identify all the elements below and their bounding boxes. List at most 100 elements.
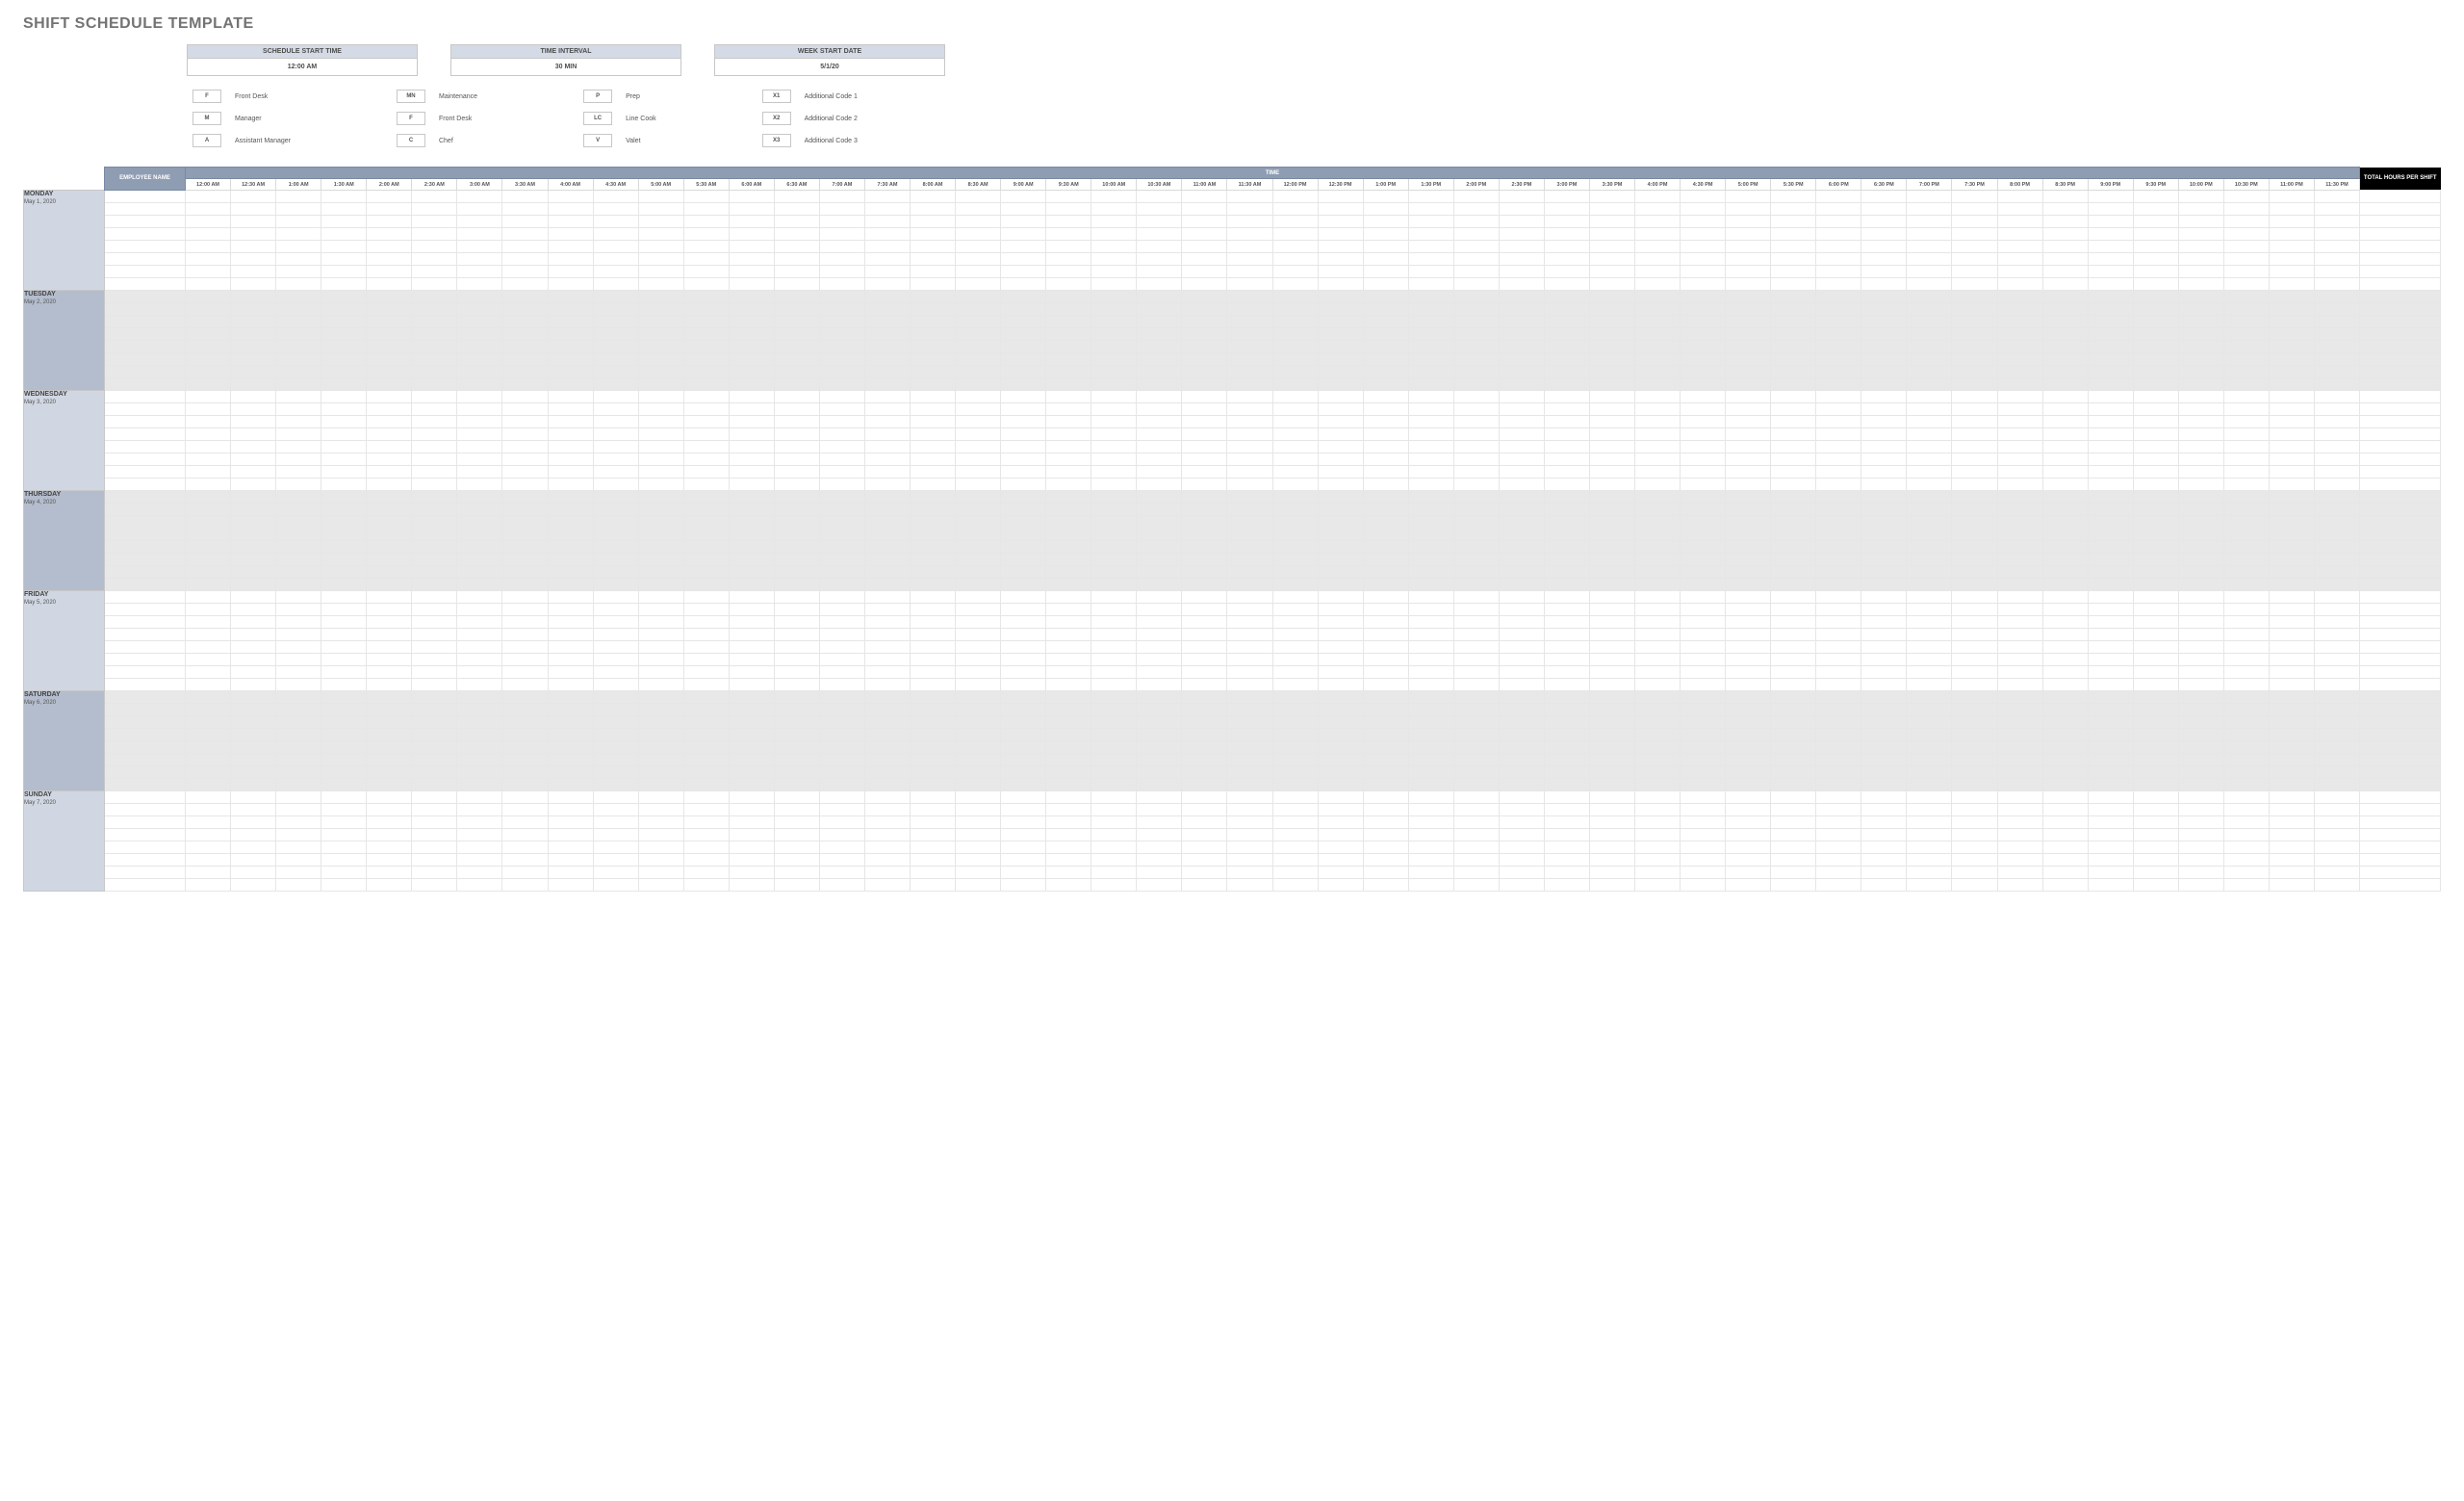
time-cell[interactable] (457, 416, 502, 428)
time-cell[interactable] (1272, 316, 1318, 328)
time-cell[interactable] (321, 353, 367, 366)
time-cell[interactable] (321, 829, 367, 841)
time-cell[interactable] (1589, 479, 1634, 491)
time-cell[interactable] (1408, 666, 1453, 679)
time-cell[interactable] (321, 466, 367, 479)
time-cell[interactable] (1227, 804, 1272, 816)
time-cell[interactable] (2314, 479, 2359, 491)
time-cell[interactable] (276, 479, 321, 491)
time-cell[interactable] (1907, 654, 1952, 666)
time-cell[interactable] (1318, 341, 1363, 353)
time-cell[interactable] (1544, 679, 1589, 691)
time-cell[interactable] (1227, 241, 1272, 253)
time-cell[interactable] (774, 554, 819, 566)
employee-name-cell[interactable] (105, 366, 186, 378)
time-cell[interactable] (1589, 428, 1634, 441)
time-cell[interactable] (1997, 566, 2042, 579)
time-cell[interactable] (1681, 378, 1726, 391)
time-cell[interactable] (593, 479, 638, 491)
employee-name-cell[interactable] (105, 416, 186, 428)
time-cell[interactable] (683, 704, 729, 716)
time-cell[interactable] (956, 616, 1001, 629)
time-cell[interactable] (729, 879, 774, 892)
time-cell[interactable] (956, 729, 1001, 741)
time-cell[interactable] (1001, 679, 1046, 691)
time-cell[interactable] (2133, 441, 2178, 453)
time-cell[interactable] (1997, 841, 2042, 854)
time-cell[interactable] (457, 729, 502, 741)
time-cell[interactable] (956, 453, 1001, 466)
time-cell[interactable] (1046, 791, 1091, 804)
time-cell[interactable] (864, 353, 910, 366)
time-cell[interactable] (1681, 579, 1726, 591)
time-cell[interactable] (1997, 879, 2042, 892)
time-cell[interactable] (638, 479, 683, 491)
time-cell[interactable] (1771, 228, 1816, 241)
time-cell[interactable] (864, 291, 910, 303)
time-cell[interactable] (412, 729, 457, 741)
time-cell[interactable] (1091, 754, 1137, 766)
time-cell[interactable] (1997, 867, 2042, 879)
time-cell[interactable] (2088, 504, 2133, 516)
time-cell[interactable] (729, 353, 774, 366)
time-cell[interactable] (1363, 403, 1408, 416)
time-cell[interactable] (1318, 504, 1363, 516)
time-cell[interactable] (638, 341, 683, 353)
time-cell[interactable] (1363, 779, 1408, 791)
time-cell[interactable] (593, 241, 638, 253)
time-cell[interactable] (864, 191, 910, 203)
time-cell[interactable] (1453, 191, 1499, 203)
time-cell[interactable] (729, 654, 774, 666)
time-cell[interactable] (276, 228, 321, 241)
time-cell[interactable] (1182, 616, 1227, 629)
time-cell[interactable] (819, 779, 864, 791)
time-cell[interactable] (2088, 879, 2133, 892)
time-cell[interactable] (1997, 766, 2042, 779)
time-cell[interactable] (2314, 867, 2359, 879)
time-cell[interactable] (819, 191, 864, 203)
time-cell[interactable] (1318, 816, 1363, 829)
time-cell[interactable] (231, 341, 276, 353)
time-cell[interactable] (1001, 441, 1046, 453)
time-cell[interactable] (1952, 591, 1997, 604)
time-cell[interactable] (2314, 691, 2359, 704)
time-cell[interactable] (1635, 829, 1681, 841)
time-cell[interactable] (1952, 629, 1997, 641)
time-cell[interactable] (276, 579, 321, 591)
time-cell[interactable] (956, 241, 1001, 253)
time-cell[interactable] (593, 666, 638, 679)
time-cell[interactable] (1091, 316, 1137, 328)
time-cell[interactable] (1635, 316, 1681, 328)
time-cell[interactable] (1589, 328, 1634, 341)
time-cell[interactable] (1408, 203, 1453, 216)
time-cell[interactable] (1726, 241, 1771, 253)
time-cell[interactable] (276, 216, 321, 228)
time-cell[interactable] (2088, 766, 2133, 779)
time-cell[interactable] (1726, 766, 1771, 779)
time-cell[interactable] (502, 591, 548, 604)
time-cell[interactable] (819, 353, 864, 366)
time-cell[interactable] (2223, 416, 2269, 428)
time-cell[interactable] (1681, 416, 1726, 428)
time-cell[interactable] (367, 641, 412, 654)
employee-name-cell[interactable] (105, 666, 186, 679)
time-cell[interactable] (864, 679, 910, 691)
time-cell[interactable] (2042, 278, 2088, 291)
time-cell[interactable] (502, 303, 548, 316)
time-cell[interactable] (1499, 291, 1544, 303)
time-cell[interactable] (1182, 679, 1227, 691)
time-cell[interactable] (638, 867, 683, 879)
time-cell[interactable] (1861, 453, 1907, 466)
time-cell[interactable] (729, 316, 774, 328)
time-cell[interactable] (321, 816, 367, 829)
time-cell[interactable] (2314, 278, 2359, 291)
time-cell[interactable] (1408, 579, 1453, 591)
time-cell[interactable] (1635, 479, 1681, 491)
time-cell[interactable] (1091, 516, 1137, 529)
time-cell[interactable] (729, 629, 774, 641)
time-cell[interactable] (1363, 303, 1408, 316)
time-cell[interactable] (2269, 779, 2314, 791)
time-cell[interactable] (1453, 391, 1499, 403)
time-cell[interactable] (1318, 791, 1363, 804)
time-cell[interactable] (2088, 716, 2133, 729)
